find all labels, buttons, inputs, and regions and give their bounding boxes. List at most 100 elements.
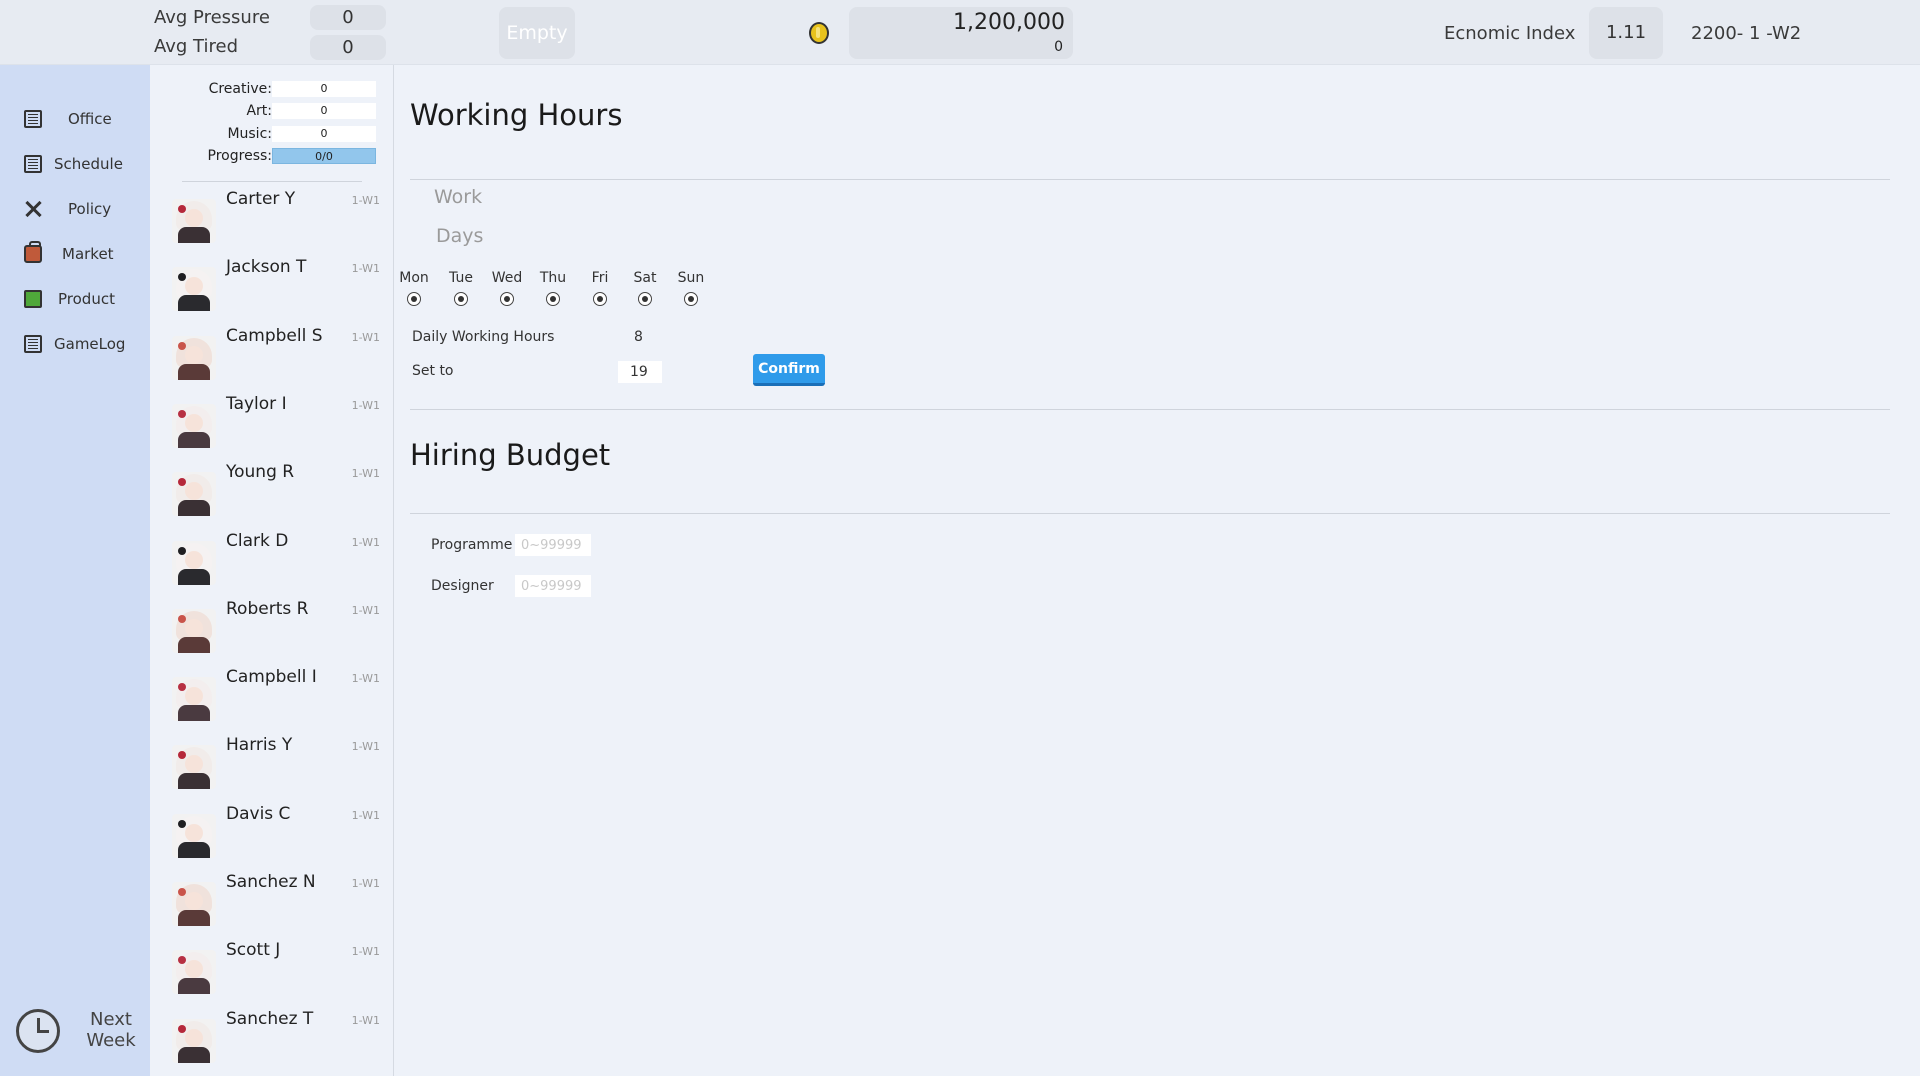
day-label-tue: Tue	[449, 270, 473, 286]
grid-icon	[24, 155, 42, 173]
employee-row[interactable]: Roberts R 1-W1	[170, 599, 380, 659]
employee-panel: Creative: 0 Art: 0 Music: 0 Progress: 0/…	[150, 65, 394, 1076]
avatar	[172, 540, 216, 585]
nav-item-gamelog[interactable]: GameLog	[24, 330, 125, 358]
stat-label: Art:	[246, 103, 272, 119]
employee-tag: 1-W1	[351, 672, 380, 686]
employee-row[interactable]: Campbell S 1-W1	[170, 326, 380, 386]
next-week-label: Next Week	[86, 1009, 136, 1051]
employee-row[interactable]: Taylor I 1-W1	[170, 394, 380, 454]
divider	[410, 179, 1890, 180]
programme-label: Programme	[431, 537, 513, 553]
avatar	[172, 950, 216, 995]
work-days-label-line2: Days	[436, 225, 484, 247]
stat-art: Art:	[150, 103, 272, 119]
employee-tag: 1-W1	[351, 535, 380, 549]
stat-art-value: 0	[272, 103, 376, 119]
employee-name: Campbell S	[226, 325, 323, 346]
employee-tag: 1-W1	[351, 330, 380, 344]
programme-budget-input[interactable]	[515, 534, 591, 556]
day-radio-thu[interactable]	[546, 292, 560, 306]
avatar	[172, 199, 216, 243]
nav-item-policy[interactable]: Policy	[24, 195, 111, 223]
nav-item-product[interactable]: Product	[24, 285, 115, 313]
designer-budget-input[interactable]	[515, 575, 591, 597]
day-radio-fri[interactable]	[593, 292, 607, 306]
day-radio-tue[interactable]	[454, 292, 468, 306]
employee-row[interactable]: Harris Y 1-W1	[170, 735, 380, 795]
nav-item-schedule[interactable]: Schedule	[24, 150, 123, 178]
employee-row[interactable]: Sanchez N 1-W1	[170, 872, 380, 932]
avatar	[172, 335, 216, 380]
avg-pressure-value: 0	[310, 5, 386, 30]
day-label-fri: Fri	[591, 270, 609, 286]
empty-button[interactable]: Empty	[499, 7, 575, 59]
grid-icon	[24, 110, 42, 128]
nav-item-label: Office	[68, 110, 112, 128]
set-to-input[interactable]	[618, 361, 662, 383]
day-label-thu: Thu	[539, 270, 567, 286]
confirm-button[interactable]: Confirm	[753, 354, 825, 386]
avg-tired-label: Avg Tired	[154, 36, 239, 57]
stat-label: Music:	[227, 126, 272, 142]
nav-item-market[interactable]: Market	[24, 240, 114, 268]
nav-item-label: Product	[58, 290, 115, 308]
employee-tag: 1-W1	[351, 945, 380, 959]
day-label-sun: Sun	[677, 270, 705, 286]
daily-hours-value: 8	[634, 329, 643, 345]
stat-creative-value: 0	[272, 81, 376, 97]
nav-item-office[interactable]: Office	[24, 105, 112, 133]
employee-row[interactable]: Scott J 1-W1	[170, 940, 380, 1000]
working-hours-title: Working Hours	[410, 98, 623, 132]
avatar	[172, 403, 216, 448]
clock-icon	[16, 1009, 60, 1053]
employee-tag: 1-W1	[351, 877, 380, 890]
avatar	[172, 267, 216, 312]
employee-row[interactable]: Campbell I 1-W1	[170, 667, 380, 727]
employee-name: Sanchez N	[226, 872, 316, 892]
box-icon	[24, 290, 42, 308]
stat-label: Progress:	[207, 148, 272, 164]
employee-tag: 1-W1	[351, 262, 380, 276]
nav-item-label: Market	[62, 245, 114, 263]
stat-music: Music:	[150, 126, 272, 142]
avatar	[172, 1018, 216, 1063]
employee-name: Sanchez T	[226, 1008, 314, 1029]
employee-name: Davis C	[226, 803, 291, 824]
daily-hours-label: Daily Working Hours	[412, 329, 555, 345]
employee-name: Scott J	[226, 940, 281, 961]
day-label-mon: Mon	[399, 270, 429, 286]
set-to-label: Set to	[412, 363, 454, 379]
grid-icon	[24, 335, 42, 353]
work-days-label-line1: Work	[434, 186, 483, 208]
employee-row[interactable]: Jackson T 1-W1	[170, 257, 380, 317]
money-value: 1,200,000	[953, 10, 1065, 35]
next-week-button[interactable]: Next Week	[16, 1006, 144, 1056]
employee-row[interactable]: Young R 1-W1	[170, 462, 380, 522]
employee-name: Young R	[226, 462, 295, 483]
employee-row[interactable]: Clark D 1-W1	[170, 531, 380, 591]
avatar	[172, 608, 216, 653]
day-label-sat: Sat	[633, 270, 657, 286]
money-display: 1,200,000 0	[849, 7, 1073, 59]
day-radio-wed[interactable]	[500, 292, 514, 306]
stat-music-value: 0	[272, 126, 376, 142]
employee-name: Roberts R	[226, 598, 309, 619]
day-label-wed: Wed	[491, 270, 523, 286]
avg-tired-value: 0	[310, 35, 386, 60]
game-date: 2200- 1 -W2	[1691, 23, 1802, 44]
day-radio-mon[interactable]	[407, 292, 421, 306]
employee-row[interactable]: Davis C 1-W1	[170, 804, 380, 864]
day-radio-sun[interactable]	[684, 292, 698, 306]
nav-item-label: GameLog	[54, 335, 126, 353]
employee-row[interactable]: Carter Y 1-W1	[170, 189, 380, 249]
avg-pressure-label: Avg Pressure	[154, 7, 270, 28]
avatar	[172, 882, 216, 926]
avatar	[172, 472, 216, 517]
avatar	[172, 813, 216, 858]
stat-creative: Creative:	[150, 81, 272, 97]
employee-row[interactable]: Sanchez T 1-W1	[170, 1009, 380, 1069]
day-radio-sat[interactable]	[638, 292, 652, 306]
tools-icon	[24, 200, 42, 218]
employee-tag: 1-W1	[351, 1013, 380, 1027]
